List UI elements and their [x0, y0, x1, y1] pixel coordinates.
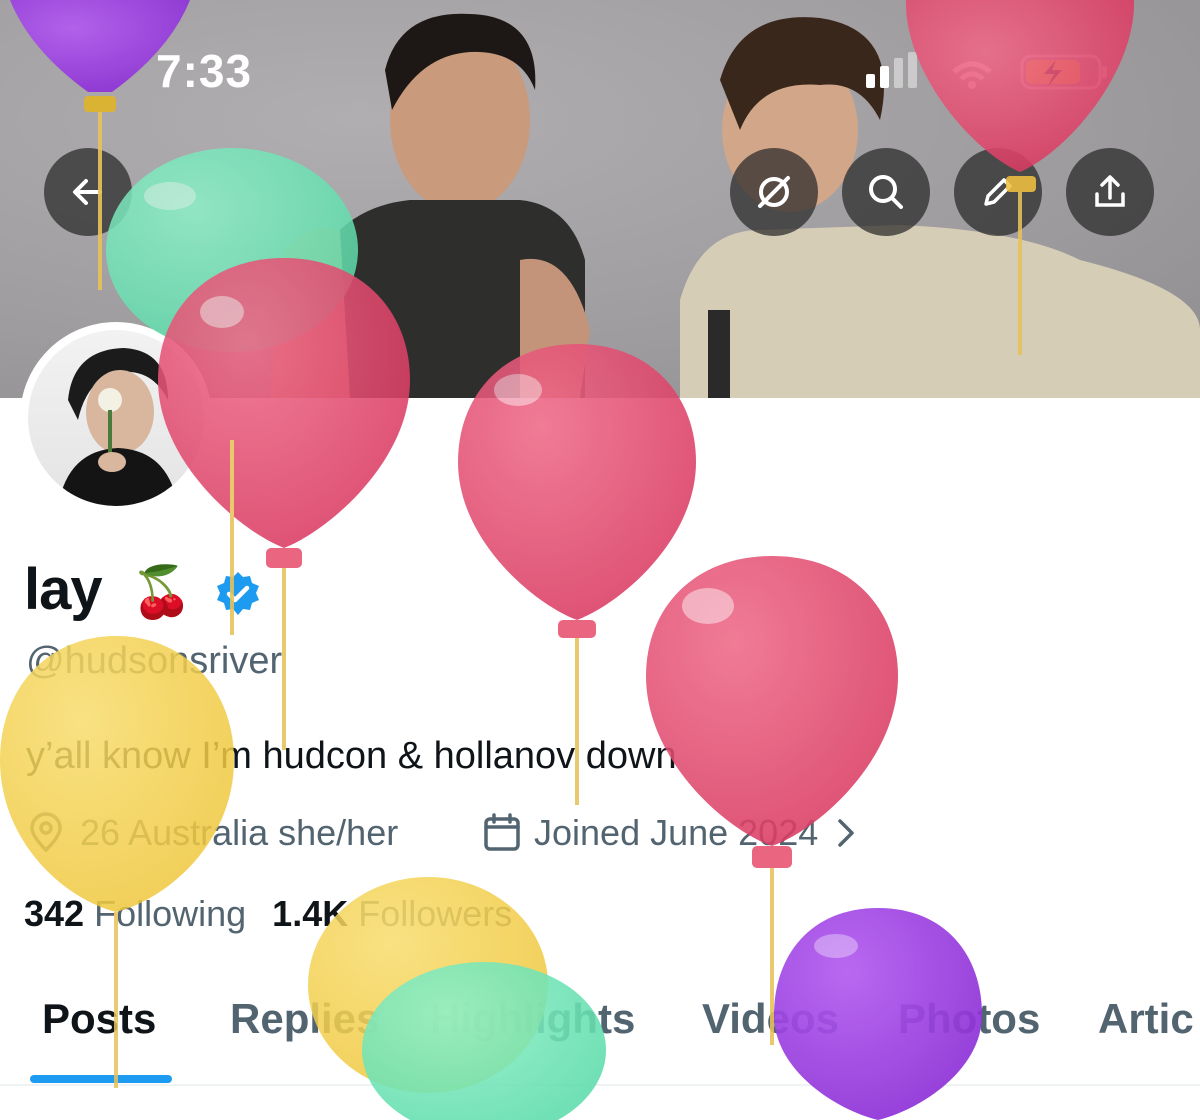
location-text: 26 Australia she/her — [80, 812, 399, 853]
profile-banner[interactable]: 7:33 — [0, 0, 1200, 398]
share-icon — [1095, 175, 1125, 207]
calendar-icon — [484, 813, 520, 851]
profile-name: lay 🍒 — [24, 556, 263, 623]
avatar-photo — [28, 330, 204, 506]
tabs-divider — [0, 1084, 1200, 1086]
following-count: 342 — [24, 893, 85, 934]
chevron-right-icon — [838, 819, 854, 847]
profile-tabs: Posts Replies Highlights Videos Photos A… — [0, 995, 1200, 1085]
tab-photos[interactable]: Photos — [898, 995, 1040, 1043]
tab-posts[interactable]: Posts — [42, 995, 156, 1043]
pencil-icon — [984, 178, 1012, 206]
balloon-red-right — [646, 556, 898, 1045]
profile-location: 26 Australia she/her — [26, 812, 398, 854]
following-link[interactable]: 342 Following — [24, 893, 246, 935]
profile-joined[interactable]: Joined June 2024 — [482, 812, 862, 854]
location-pin-icon — [30, 812, 62, 853]
search-icon — [869, 175, 903, 209]
status-indicators — [866, 52, 1107, 90]
joined-text: Joined June 2024 — [534, 812, 819, 853]
verified-badge-icon[interactable] — [213, 569, 263, 619]
profile-handle: @hudsonsriver — [26, 640, 283, 682]
arrow-left-icon — [73, 179, 102, 205]
back-button[interactable] — [44, 148, 132, 236]
followers-link[interactable]: 1.4K Followers — [272, 893, 512, 935]
share-button[interactable] — [1066, 148, 1154, 236]
profile-stats: 342 Following 1.4K Followers — [24, 893, 512, 935]
slashed-circle-icon — [758, 176, 790, 208]
grok-button[interactable] — [730, 148, 818, 236]
search-button[interactable] — [842, 148, 930, 236]
cherry-emoji: 🍒 — [130, 564, 193, 620]
following-label: Following — [94, 893, 247, 934]
tab-replies[interactable]: Replies — [230, 995, 379, 1043]
profile-avatar[interactable] — [20, 322, 212, 514]
edit-button[interactable] — [954, 148, 1042, 236]
wifi-icon — [952, 61, 992, 74]
profile-name-text: lay — [24, 557, 103, 622]
tab-articles[interactable]: Artic — [1098, 995, 1194, 1043]
followers-label: Followers — [358, 893, 513, 934]
profile-bio: y’all know I’m hudcon & hollanov down — [26, 735, 677, 777]
status-time: 7:33 — [156, 45, 253, 97]
tab-highlights[interactable]: Highlights — [430, 995, 635, 1043]
signal-icon — [866, 74, 875, 88]
active-tab-indicator — [30, 1075, 172, 1083]
tab-videos[interactable]: Videos — [702, 995, 839, 1043]
followers-count: 1.4K — [272, 893, 349, 934]
